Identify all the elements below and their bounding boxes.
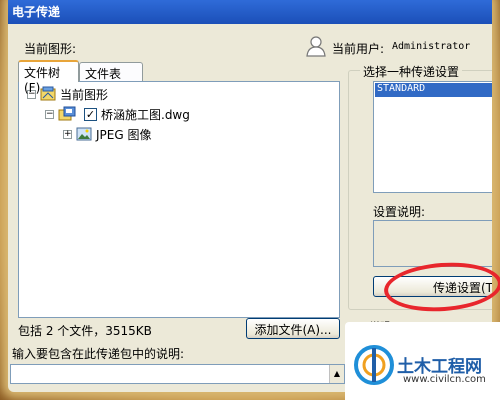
tab-file-table[interactable]: 文件表(B) bbox=[79, 62, 143, 96]
tab-file-tree[interactable]: 文件树(F) bbox=[18, 60, 79, 95]
current-user-name: Administrator bbox=[392, 41, 471, 52]
tree-node-label: 桥涵施工图.dwg bbox=[101, 107, 190, 122]
notes-textarea[interactable]: ▲ bbox=[10, 364, 345, 384]
watermark-url: www.civilcn.com bbox=[403, 374, 486, 385]
civil-engineering-logo-icon bbox=[353, 344, 395, 389]
transmittal-setup-group-title: 选择一种传递设置 bbox=[360, 63, 463, 80]
transmittal-setups-list[interactable]: STANDARD bbox=[373, 81, 492, 193]
dwg-file-checkbox[interactable]: ✓ bbox=[84, 107, 97, 121]
expand-icon[interactable]: + bbox=[63, 129, 72, 139]
list-item[interactable]: STANDARD bbox=[375, 83, 492, 97]
drawing-set-icon bbox=[40, 86, 56, 102]
window-title: 电子传递 bbox=[12, 5, 61, 19]
current-drawing-label: 当前图形: bbox=[24, 42, 77, 56]
file-tree-panel[interactable]: − 当前图形 − ✓ 桥涵施工图.dwg bbox=[18, 81, 340, 318]
file-summary-text: 包括 2 个文件，3515KB bbox=[18, 324, 152, 338]
tree-node-label: 当前图形 bbox=[60, 87, 109, 102]
scroll-up-arrow-icon[interactable]: ▲ bbox=[329, 365, 344, 383]
setup-description-box bbox=[373, 220, 492, 267]
collapse-icon[interactable]: − bbox=[45, 109, 54, 119]
watermark-logo: 土木工程网 www.civilcn.com bbox=[345, 322, 500, 400]
tree-node-label: JPEG 图像 bbox=[96, 127, 152, 142]
notes-label: 输入要包含在此传递包中的说明: bbox=[12, 347, 185, 361]
tree-node-jpeg-images[interactable]: + JPEG 图像 bbox=[63, 125, 151, 143]
image-icon bbox=[76, 127, 92, 141]
current-user-label: 当前用户: bbox=[332, 42, 385, 56]
title-bar[interactable]: 电子传递 bbox=[8, 0, 492, 24]
user-icon bbox=[306, 35, 326, 60]
dwg-file-icon bbox=[58, 106, 76, 122]
add-file-button[interactable]: 添加文件(A)... bbox=[246, 318, 340, 339]
tree-node-dwg-file[interactable]: − ✓ 桥涵施工图.dwg bbox=[45, 105, 190, 123]
setup-description-label: 设置说明: bbox=[373, 205, 426, 219]
